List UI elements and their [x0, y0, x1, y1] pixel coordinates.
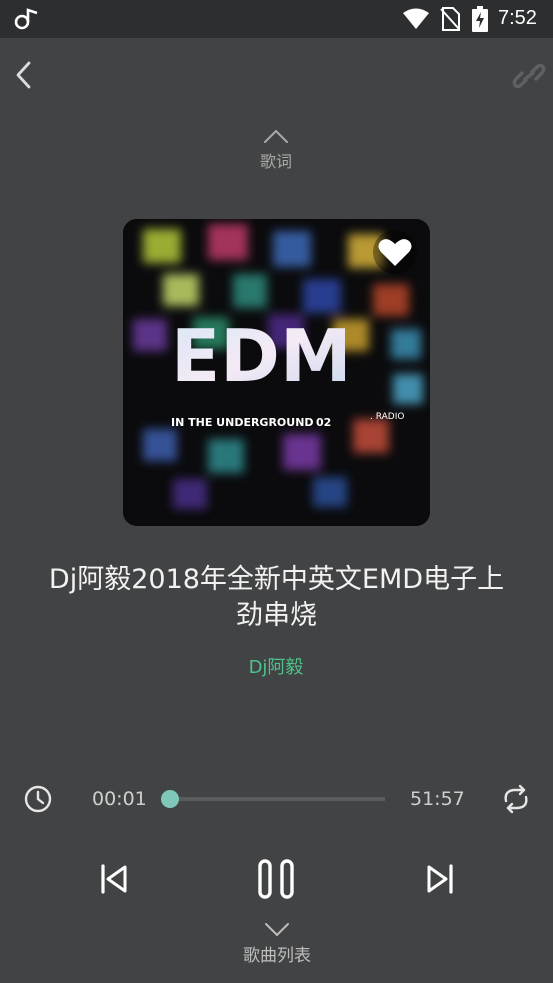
song-title: Dj阿毅2018年全新中英文EMD电子上劲串烧	[48, 564, 505, 631]
progress-bar[interactable]	[161, 790, 385, 808]
no-sim-icon	[440, 7, 460, 31]
lyrics-toggle[interactable]: 歌词	[246, 128, 306, 174]
playlist-label: 歌曲列表	[243, 946, 311, 966]
chevron-down-icon	[265, 923, 289, 937]
cover-radio-text: . RADIO	[370, 412, 404, 422]
previous-button[interactable]	[98, 862, 130, 896]
next-button[interactable]	[424, 862, 456, 896]
pause-button[interactable]	[256, 857, 296, 901]
song-artist[interactable]: Dj阿毅	[176, 653, 376, 679]
heart-icon[interactable]	[373, 230, 417, 274]
status-bar: 7:52	[0, 0, 553, 38]
repeat-icon[interactable]	[500, 783, 532, 815]
back-button[interactable]	[10, 58, 38, 92]
music-note-icon	[14, 8, 38, 30]
playlist-toggle[interactable]: 歌曲列表	[236, 921, 318, 967]
cover-edm-text: EDM	[171, 314, 352, 398]
lyrics-label: 歌词	[259, 152, 292, 171]
clock-icon[interactable]	[23, 784, 53, 814]
cover-tagline: IN THE UNDERGROUND	[171, 416, 314, 429]
wifi-icon	[403, 8, 429, 29]
link-icon[interactable]	[512, 60, 546, 92]
chevron-up-icon	[264, 129, 288, 143]
cover-tag-number: 02	[316, 416, 331, 429]
total-time: 51:57	[410, 788, 465, 810]
progress-thumb[interactable]	[161, 790, 179, 808]
current-time: 00:01	[92, 788, 147, 810]
battery-charging-icon	[472, 6, 488, 32]
status-time: 7:52	[498, 7, 537, 29]
